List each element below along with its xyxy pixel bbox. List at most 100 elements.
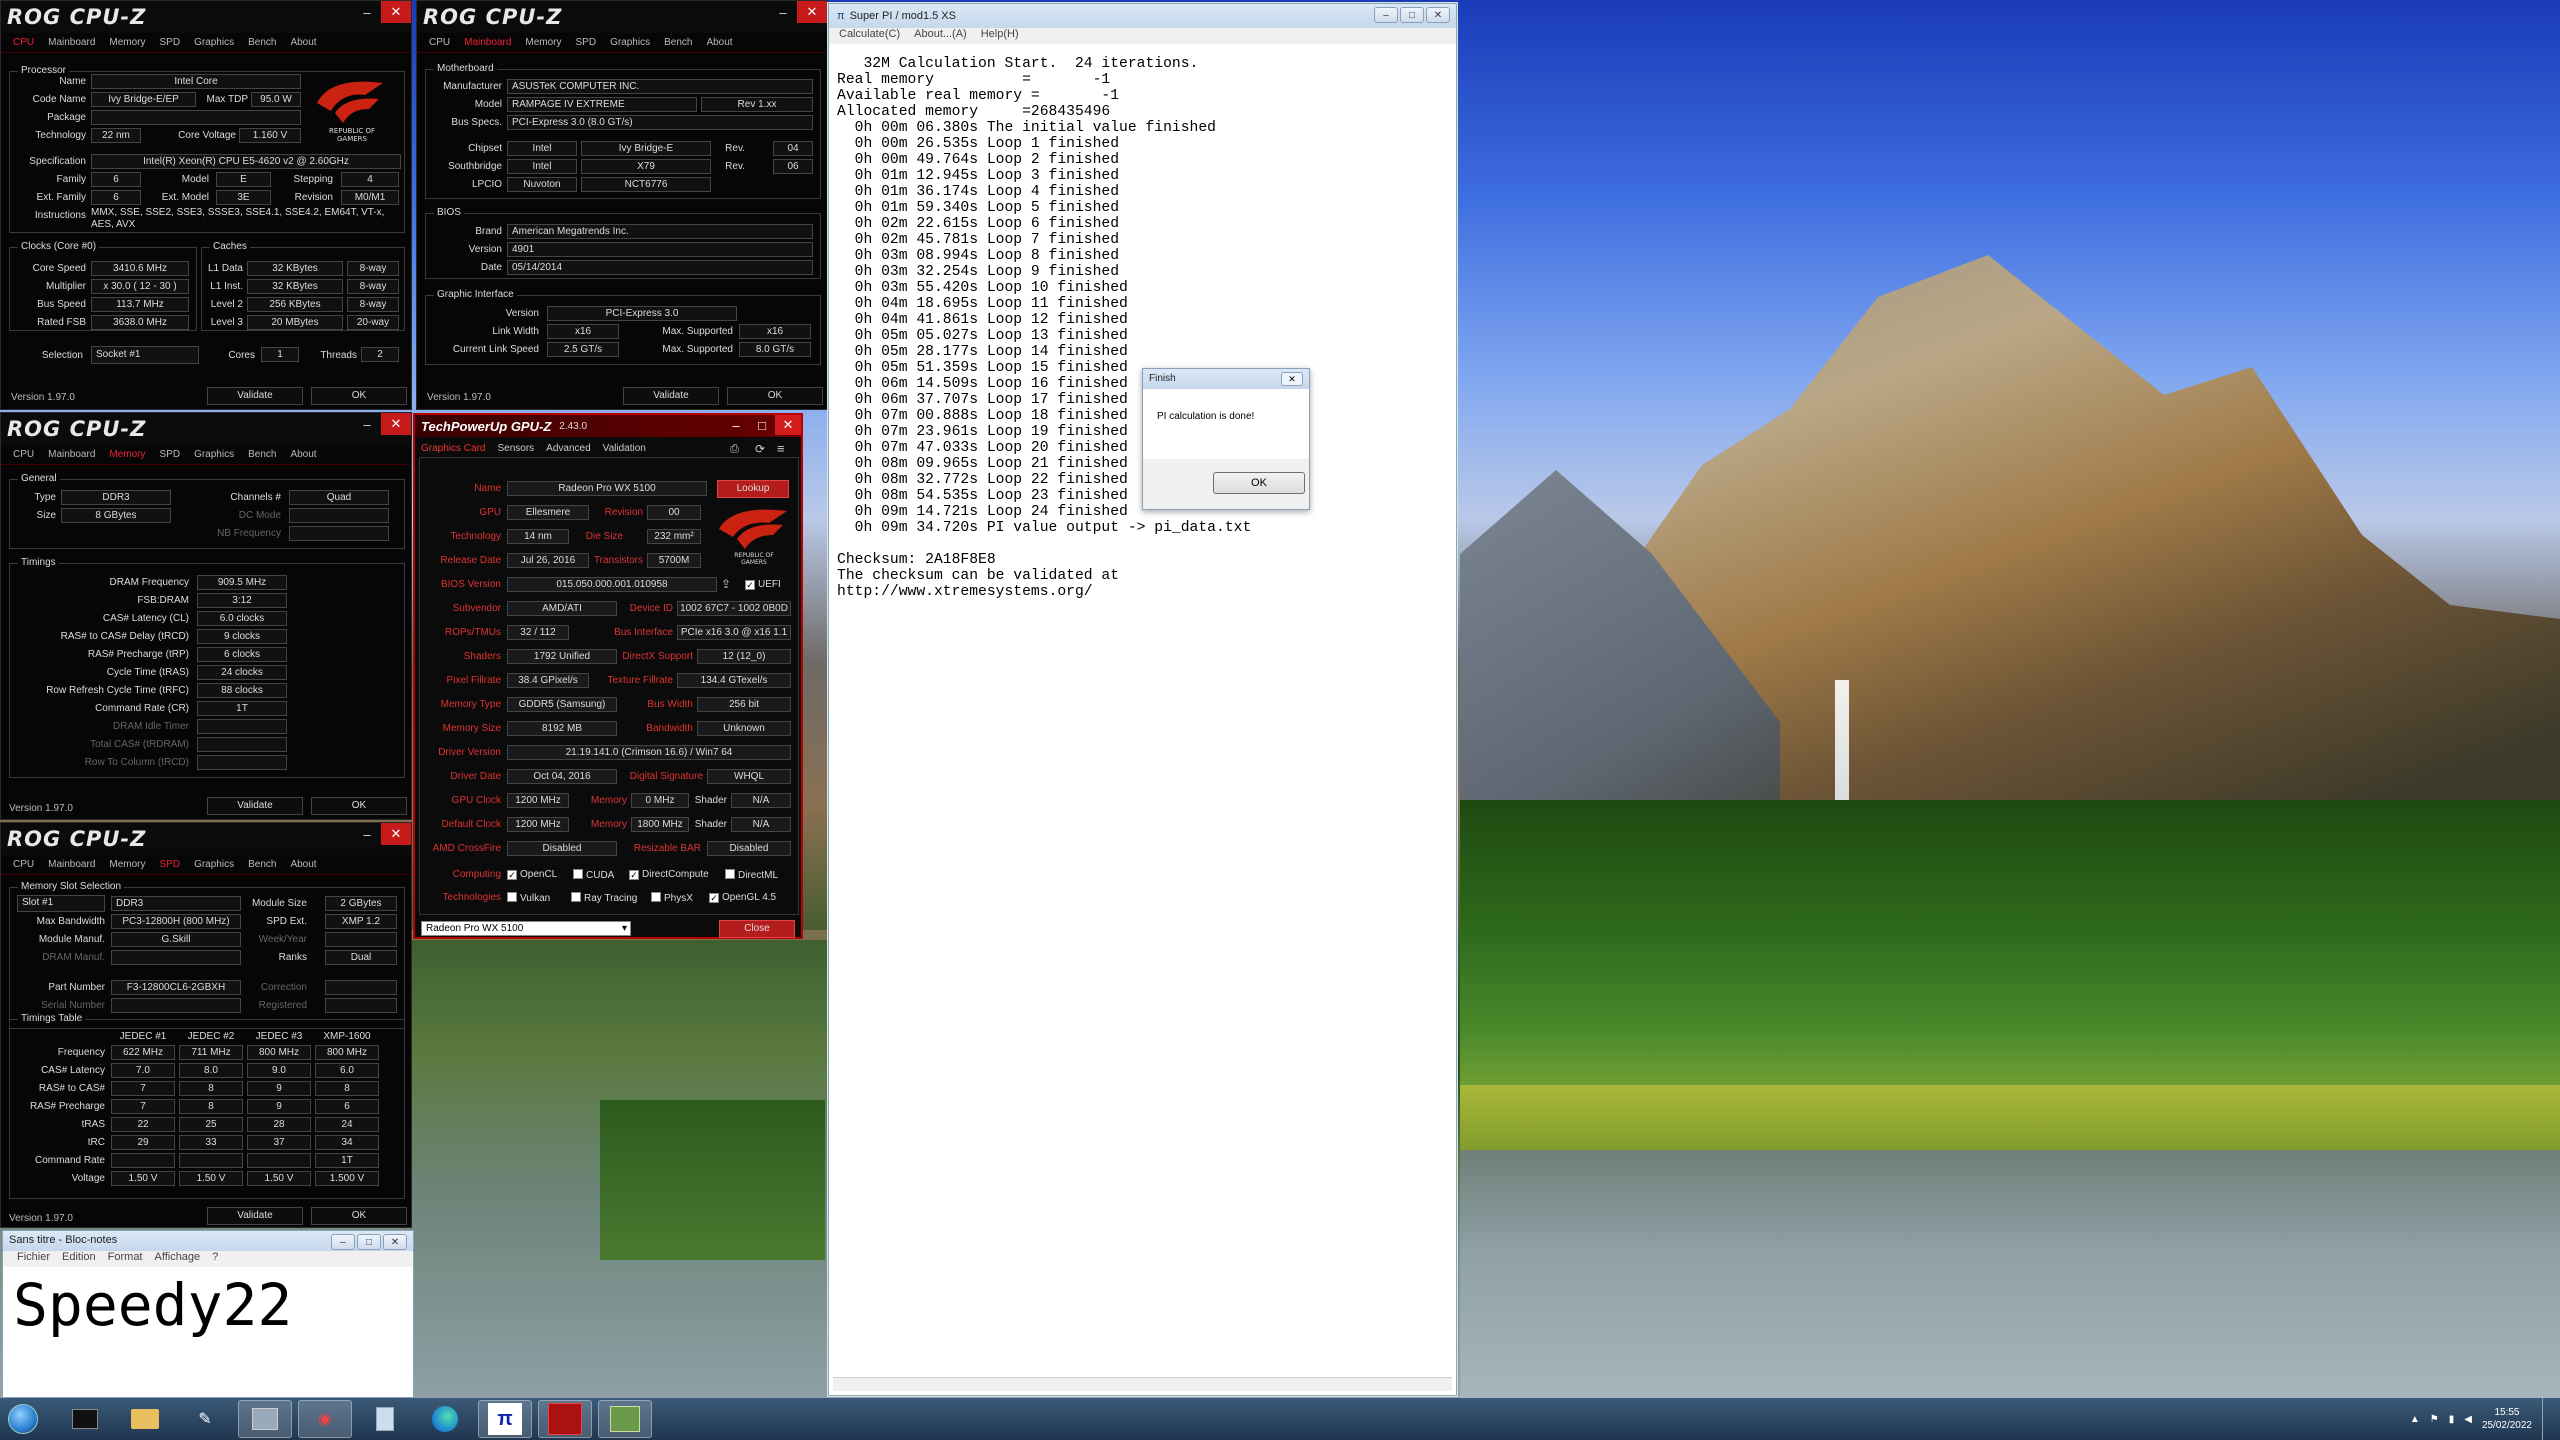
share-icon[interactable]: ⇪	[721, 577, 731, 591]
start-button[interactable]	[0, 1398, 46, 1440]
socket-select[interactable]: Socket #1	[91, 346, 199, 364]
tab-memory[interactable]: Memory	[109, 449, 145, 460]
tab-graphics[interactable]: Graphics	[194, 37, 234, 48]
lookup-button[interactable]: Lookup	[717, 480, 789, 498]
close-button[interactable]: ✕	[797, 1, 827, 23]
tab-spd[interactable]: SPD	[160, 859, 181, 870]
network-icon[interactable]: ▮	[2449, 1414, 2455, 1425]
validate-button[interactable]: Validate	[207, 797, 303, 815]
taskbar-cpuid[interactable]	[238, 1400, 292, 1438]
tab-about[interactable]: About	[290, 37, 316, 48]
validate-button[interactable]: Validate	[623, 387, 719, 405]
dialog-ok-button[interactable]: OK	[1213, 472, 1305, 494]
ok-button[interactable]: OK	[727, 387, 823, 405]
menu-format[interactable]: Format	[108, 1251, 143, 1267]
taskbar-explorer[interactable]	[118, 1400, 172, 1438]
tab-bench[interactable]: Bench	[248, 37, 276, 48]
tab-mainboard[interactable]: Mainboard	[464, 37, 511, 48]
validate-button[interactable]: Validate	[207, 387, 303, 405]
taskbar-rog-tool[interactable]: ◉	[298, 1400, 352, 1438]
minimize-button[interactable]: –	[331, 1234, 355, 1250]
menu-icon[interactable]: ≡	[777, 441, 785, 456]
tab-about[interactable]: About	[290, 449, 316, 460]
maximize-button[interactable]: □	[749, 415, 775, 435]
taskbar-calc[interactable]	[358, 1400, 412, 1438]
titlebar[interactable]: ROG CPU-Z	[1, 823, 411, 855]
titlebar[interactable]: ROG CPU-Z	[417, 1, 827, 33]
menu-help[interactable]: ?	[212, 1251, 218, 1267]
tab-memory[interactable]: Memory	[525, 37, 561, 48]
minimize-button[interactable]: –	[353, 823, 381, 845]
close-button[interactable]: ✕	[381, 413, 411, 435]
taskbar-rog-cpuz[interactable]	[538, 1400, 592, 1438]
maximize-button[interactable]: □	[1400, 7, 1424, 23]
close-button[interactable]: ✕	[775, 415, 801, 435]
taskbar-app[interactable]	[598, 1400, 652, 1438]
camera-icon[interactable]: ⎙	[730, 443, 739, 456]
taskbar-superpi[interactable]: π	[478, 1400, 532, 1438]
menu-fichier[interactable]: Fichier	[17, 1251, 50, 1267]
menu-calculate[interactable]: Calculate(C)	[839, 28, 900, 44]
tab-graphics[interactable]: Graphics	[610, 37, 650, 48]
tab-validation[interactable]: Validation	[603, 443, 646, 454]
titlebar[interactable]: ROG CPU-Z	[1, 1, 411, 33]
menu-about[interactable]: About...(A)	[914, 28, 967, 44]
menu-edition[interactable]: Edition	[62, 1251, 96, 1267]
tab-memory[interactable]: Memory	[109, 859, 145, 870]
minimize-button[interactable]: –	[769, 1, 797, 23]
tab-cpu[interactable]: CPU	[13, 449, 34, 460]
close-button[interactable]: ✕	[1426, 7, 1450, 23]
menu-affichage[interactable]: Affichage	[155, 1251, 201, 1267]
tab-graphics[interactable]: Graphics	[194, 859, 234, 870]
tab-about[interactable]: About	[290, 859, 316, 870]
tab-mainboard[interactable]: Mainboard	[48, 859, 95, 870]
tab-spd[interactable]: SPD	[576, 37, 597, 48]
refresh-icon[interactable]: ⟳	[755, 442, 765, 456]
show-hidden-icons-icon[interactable]: ▲	[2410, 1414, 2420, 1425]
tab-cpu[interactable]: CPU	[13, 37, 34, 48]
minimize-button[interactable]: –	[1374, 7, 1398, 23]
tab-spd[interactable]: SPD	[160, 449, 181, 460]
tab-about[interactable]: About	[706, 37, 732, 48]
tab-mainboard[interactable]: Mainboard	[48, 37, 95, 48]
tab-mainboard[interactable]: Mainboard	[48, 449, 95, 460]
notepad-text[interactable]: Speedy22	[13, 1271, 292, 1339]
validate-button[interactable]: Validate	[207, 1207, 303, 1225]
tab-bench[interactable]: Bench	[248, 859, 276, 870]
minimize-button[interactable]: –	[723, 415, 749, 435]
flag-icon[interactable]: ⚑	[2430, 1414, 2439, 1425]
minimize-button[interactable]: –	[353, 1, 381, 23]
ok-button[interactable]: OK	[311, 1207, 407, 1225]
taskbar-tool[interactable]: ✎	[178, 1400, 232, 1438]
show-desktop-button[interactable]	[2542, 1398, 2552, 1440]
close-button[interactable]: ✕	[381, 823, 411, 845]
volume-icon[interactable]: ◀	[2464, 1414, 2472, 1425]
close-button[interactable]: ✕	[383, 1234, 407, 1250]
tab-spd[interactable]: SPD	[160, 37, 181, 48]
ok-button[interactable]: OK	[311, 797, 407, 815]
maximize-button[interactable]: □	[357, 1234, 381, 1250]
clock[interactable]: 15:55 25/02/2022	[2482, 1406, 2532, 1432]
tab-cpu[interactable]: CPU	[13, 859, 34, 870]
titlebar[interactable]: π Super PI / mod1.5 XS	[829, 4, 1456, 28]
tab-graphics[interactable]: Graphics	[194, 449, 234, 460]
ok-button[interactable]: OK	[311, 387, 407, 405]
taskbar-cmd[interactable]	[58, 1400, 112, 1438]
slot-select[interactable]: Slot #1	[17, 895, 105, 912]
tab-graphics-card[interactable]: Graphics Card	[421, 443, 485, 454]
titlebar[interactable]: ROG CPU-Z	[1, 413, 411, 445]
close-button[interactable]: ✕	[381, 1, 411, 23]
horizontal-scrollbar[interactable]	[833, 1377, 1452, 1391]
tab-advanced[interactable]: Advanced	[546, 443, 590, 454]
close-app-button[interactable]: Close	[719, 920, 795, 938]
close-icon[interactable]: ✕	[1281, 372, 1303, 386]
taskbar-edge[interactable]	[418, 1400, 472, 1438]
tab-bench[interactable]: Bench	[664, 37, 692, 48]
tab-memory[interactable]: Memory	[109, 37, 145, 48]
minimize-button[interactable]: –	[353, 413, 381, 435]
menu-help[interactable]: Help(H)	[981, 28, 1019, 44]
uefi-checkbox[interactable]: ✓ UEFI	[745, 579, 781, 590]
card-select[interactable]: Radeon Pro WX 5100 ▾	[421, 921, 631, 936]
tab-cpu[interactable]: CPU	[429, 37, 450, 48]
tab-bench[interactable]: Bench	[248, 449, 276, 460]
